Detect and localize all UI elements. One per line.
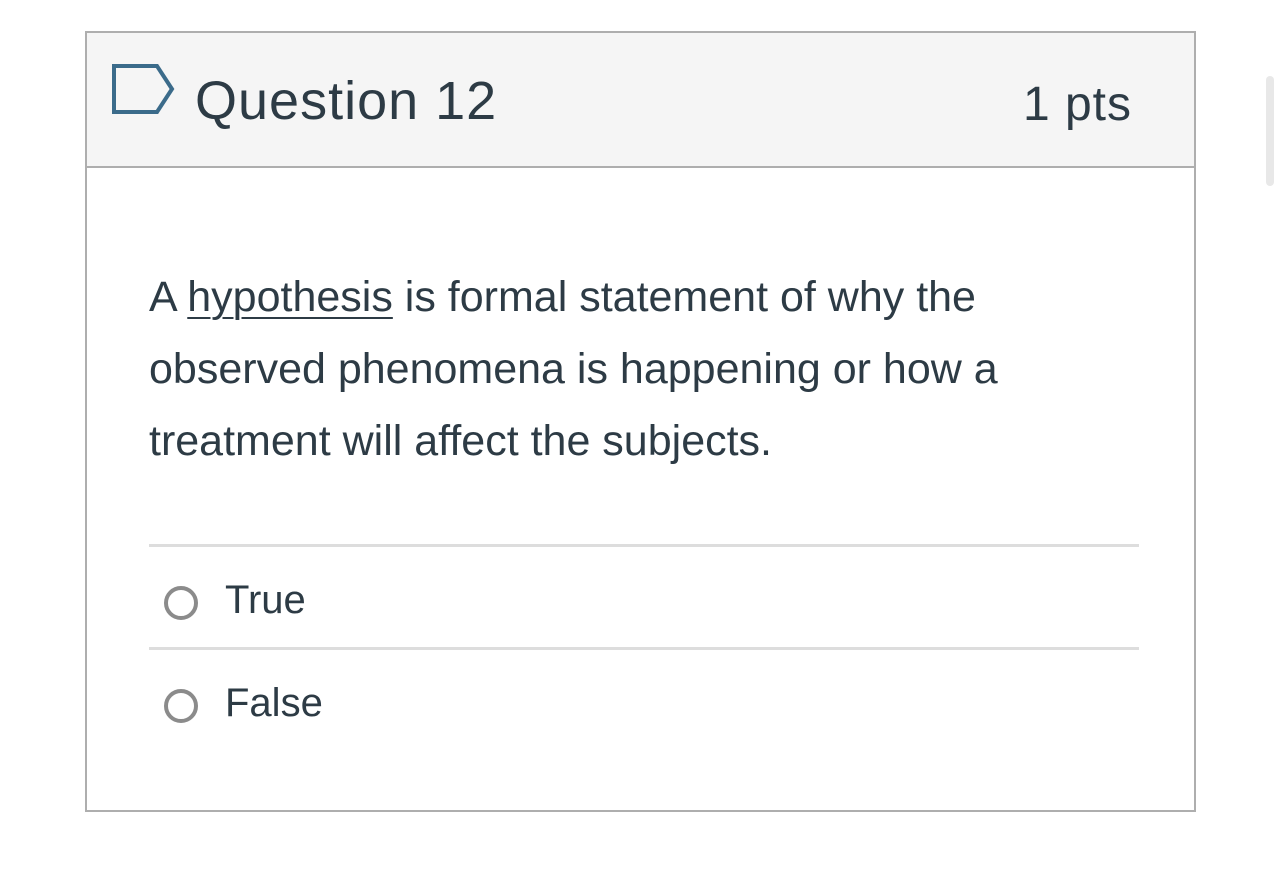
radio-true[interactable] xyxy=(164,586,198,620)
radio-false[interactable] xyxy=(164,689,198,723)
flag-icon[interactable] xyxy=(111,63,175,115)
question-title: Question 12 xyxy=(195,71,498,131)
answer-label-false[interactable]: False xyxy=(225,676,323,730)
answer-list: True False xyxy=(149,544,1139,750)
scrollbar[interactable] xyxy=(1266,76,1274,186)
question-body: A hypothesis is formal statement of why … xyxy=(149,261,1139,477)
question-text: A hypothesis is formal statement of why … xyxy=(149,261,1139,477)
answer-option-true[interactable]: True xyxy=(149,544,1139,647)
answer-option-false[interactable]: False xyxy=(149,647,1139,750)
question-text-start: A xyxy=(149,273,188,321)
question-header: Question 12 1 pts xyxy=(87,33,1194,168)
question-card: Question 12 1 pts A hypothesis is formal… xyxy=(85,31,1196,812)
question-points: 1 pts xyxy=(1022,78,1132,131)
answer-label-true[interactable]: True xyxy=(225,573,306,627)
hypothesis-term: hypothesis xyxy=(187,273,393,321)
quiz-page: Question 12 1 pts A hypothesis is formal… xyxy=(0,0,1284,876)
